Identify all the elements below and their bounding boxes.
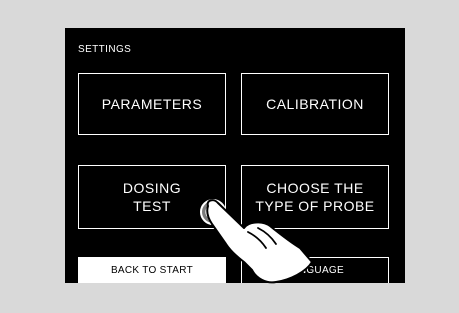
screen-title: SETTINGS bbox=[78, 44, 132, 55]
choose-probe-type-button[interactable]: CHOOSE THE TYPE OF PROBE bbox=[241, 165, 389, 229]
device-screen: SETTINGS PARAMETERS CALIBRATION DOSING T… bbox=[65, 28, 405, 283]
back-to-start-button[interactable]: BACK TO START bbox=[78, 257, 226, 283]
dosing-test-button[interactable]: DOSING TEST bbox=[78, 165, 226, 229]
language-button[interactable]: LANGUAGE bbox=[241, 257, 389, 283]
parameters-button[interactable]: PARAMETERS bbox=[78, 73, 226, 135]
calibration-button[interactable]: CALIBRATION bbox=[241, 73, 389, 135]
